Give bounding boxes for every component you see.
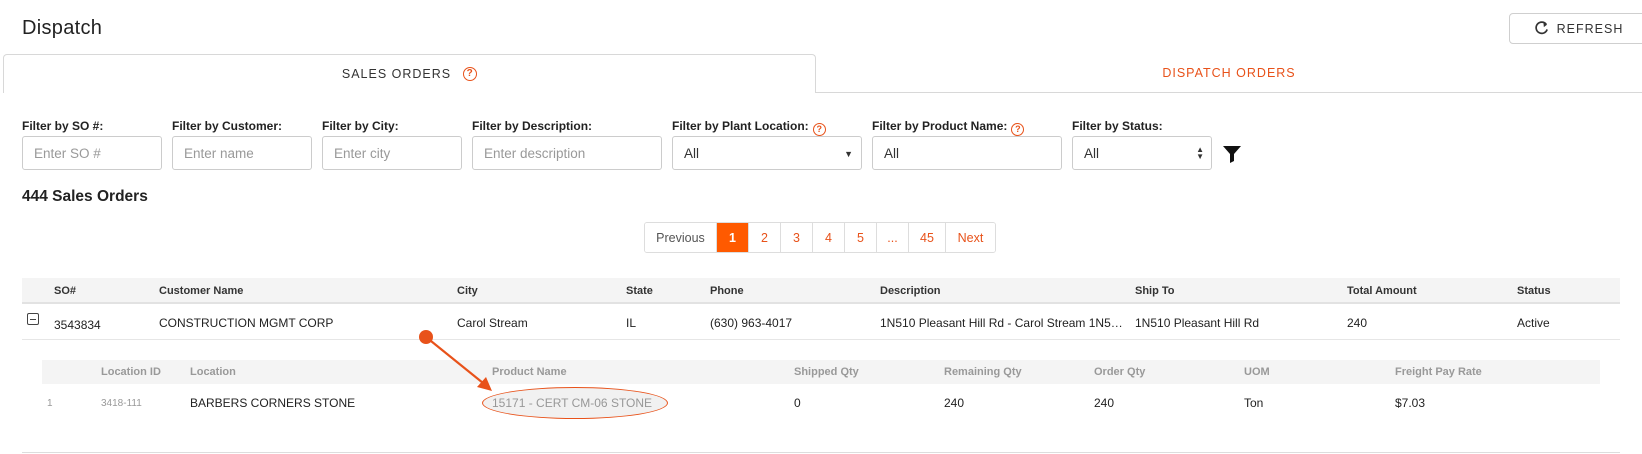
detail-row: 1 3418-111 BARBERS CORNERS STONE 15171 -… [42, 384, 1600, 420]
detail-freight-pay-rate: $7.03 [1395, 396, 1426, 410]
cell-ship-to: 1N510 Pleasant Hill Rd [1135, 316, 1260, 330]
pagination-previous[interactable]: Previous [645, 223, 716, 252]
detail-shipped-qty: 0 [794, 396, 801, 410]
collapse-icon[interactable] [27, 313, 39, 325]
filter-icon[interactable] [1222, 144, 1242, 164]
cell-description: 1N510 Pleasant Hill Rd - Carol Stream 1N… [880, 316, 1123, 330]
detail-header-location: Location [190, 366, 236, 378]
detail-header-location-id: Location ID [101, 366, 161, 378]
detail-header-remaining-qty: Remaining Qty [944, 366, 1022, 378]
column-header-ship-to[interactable]: Ship To [1135, 285, 1175, 297]
tab-sales-orders-label: SALES ORDERS [341, 67, 452, 81]
tab-bar: SALES ORDERS ? DISPATCH ORDERS [3, 54, 1642, 93]
filter-customer-label: Filter by Customer: [172, 119, 283, 133]
detail-header-freight-pay-rate: Freight Pay Rate [1395, 366, 1482, 378]
column-header-customer[interactable]: Customer Name [159, 285, 243, 297]
description-search-input[interactable]: Enter description [472, 136, 662, 170]
filter-plant-label: Filter by Plant Location:? [672, 119, 826, 136]
cell-state: IL [626, 316, 637, 330]
column-header-state[interactable]: State [626, 285, 653, 297]
help-icon[interactable]: ? [463, 67, 478, 81]
annotation-arrow [419, 330, 492, 391]
pagination-page-1[interactable]: 1 [716, 223, 748, 252]
caret-down-icon: ▼ [844, 149, 853, 159]
city-search-input[interactable]: Enter city [322, 136, 462, 170]
cell-total-amount: 240 [1347, 316, 1368, 330]
filter-product-label: Filter by Product Name:? [872, 119, 1025, 136]
column-header-status[interactable]: Status [1517, 285, 1551, 297]
filter-product-label-text: Filter by Product Name: [872, 119, 1008, 133]
sales-orders-count: 444 Sales Orders [22, 188, 148, 205]
column-header-so[interactable]: SO# [54, 285, 76, 297]
refresh-label: REFRESH [1556, 21, 1624, 36]
divider [22, 452, 1620, 453]
cell-status: Active [1517, 316, 1550, 330]
pagination-page-4[interactable]: 4 [812, 223, 844, 252]
detail-header-uom: UOM [1244, 366, 1270, 378]
status-select[interactable]: All ▲ ▼ [1072, 136, 1212, 170]
tab-dispatch-orders-label: DISPATCH ORDERS [1162, 66, 1296, 80]
pagination-ellipsis[interactable]: ... [876, 223, 908, 252]
tab-sales-orders[interactable]: SALES ORDERS ? [3, 54, 816, 93]
pagination-page-2[interactable]: 2 [748, 223, 780, 252]
filter-so-label: Filter by SO #: [22, 119, 104, 133]
customer-search-input[interactable]: Enter name [172, 136, 312, 170]
pagination-next[interactable]: Next [945, 223, 995, 252]
filter-city-label: Filter by City: [322, 119, 399, 133]
column-header-description[interactable]: Description [880, 285, 941, 297]
cell-phone: (630) 963-4017 [710, 316, 793, 330]
refresh-icon [1534, 21, 1548, 35]
detail-remaining-qty: 240 [944, 396, 965, 410]
help-icon[interactable]: ? [812, 123, 826, 136]
pagination-page-45[interactable]: 45 [908, 223, 945, 252]
detail-table-header: Location ID Location Product Name Shippe… [42, 360, 1600, 384]
detail-row-index: 1 [47, 398, 53, 409]
detail-location-id: 3418-111 [101, 398, 142, 409]
tab-dispatch-orders[interactable]: DISPATCH ORDERS [816, 54, 1642, 93]
status-value: All [1084, 145, 1100, 161]
product-name-highlight [482, 387, 668, 419]
detail-location: BARBERS CORNERS STONE [190, 396, 356, 410]
plant-location-select[interactable]: All ▼ [672, 136, 862, 170]
detail-header-shipped-qty: Shipped Qty [794, 366, 859, 378]
column-header-phone[interactable]: Phone [710, 285, 744, 297]
plant-location-value: All [684, 145, 700, 161]
refresh-button[interactable]: REFRESH [1509, 13, 1642, 44]
detail-header-order-qty: Order Qty [1094, 366, 1146, 378]
cell-customer: CONSTRUCTION MGMT CORP [159, 316, 334, 330]
detail-header-product-name: Product Name [492, 366, 567, 378]
column-header-total-amount[interactable]: Total Amount [1347, 285, 1417, 297]
pagination-page-3[interactable]: 3 [780, 223, 812, 252]
filter-plant-label-text: Filter by Plant Location: [672, 119, 809, 133]
column-header-city[interactable]: City [457, 285, 478, 297]
detail-order-qty: 240 [1094, 396, 1115, 410]
table-row[interactable]: 3543834 CONSTRUCTION MGMT CORP Carol Str… [22, 304, 1620, 340]
product-name-filter[interactable]: All [872, 136, 1062, 170]
page-title: Dispatch [22, 17, 103, 39]
select-arrows-icon: ▲ ▼ [1196, 145, 1204, 161]
so-search-input[interactable]: Enter SO # [22, 136, 162, 170]
filter-description-label: Filter by Description: [472, 119, 593, 133]
orders-table-header: SO# Customer Name City State Phone Descr… [22, 278, 1620, 304]
filter-status-label: Filter by Status: [1072, 119, 1163, 133]
detail-uom: Ton [1244, 396, 1264, 410]
pagination: Previous 1 2 3 4 5 ... 45 Next [644, 222, 996, 253]
help-icon[interactable]: ? [1011, 123, 1025, 136]
cell-so: 3543834 [54, 318, 101, 332]
pagination-page-5[interactable]: 5 [844, 223, 876, 252]
